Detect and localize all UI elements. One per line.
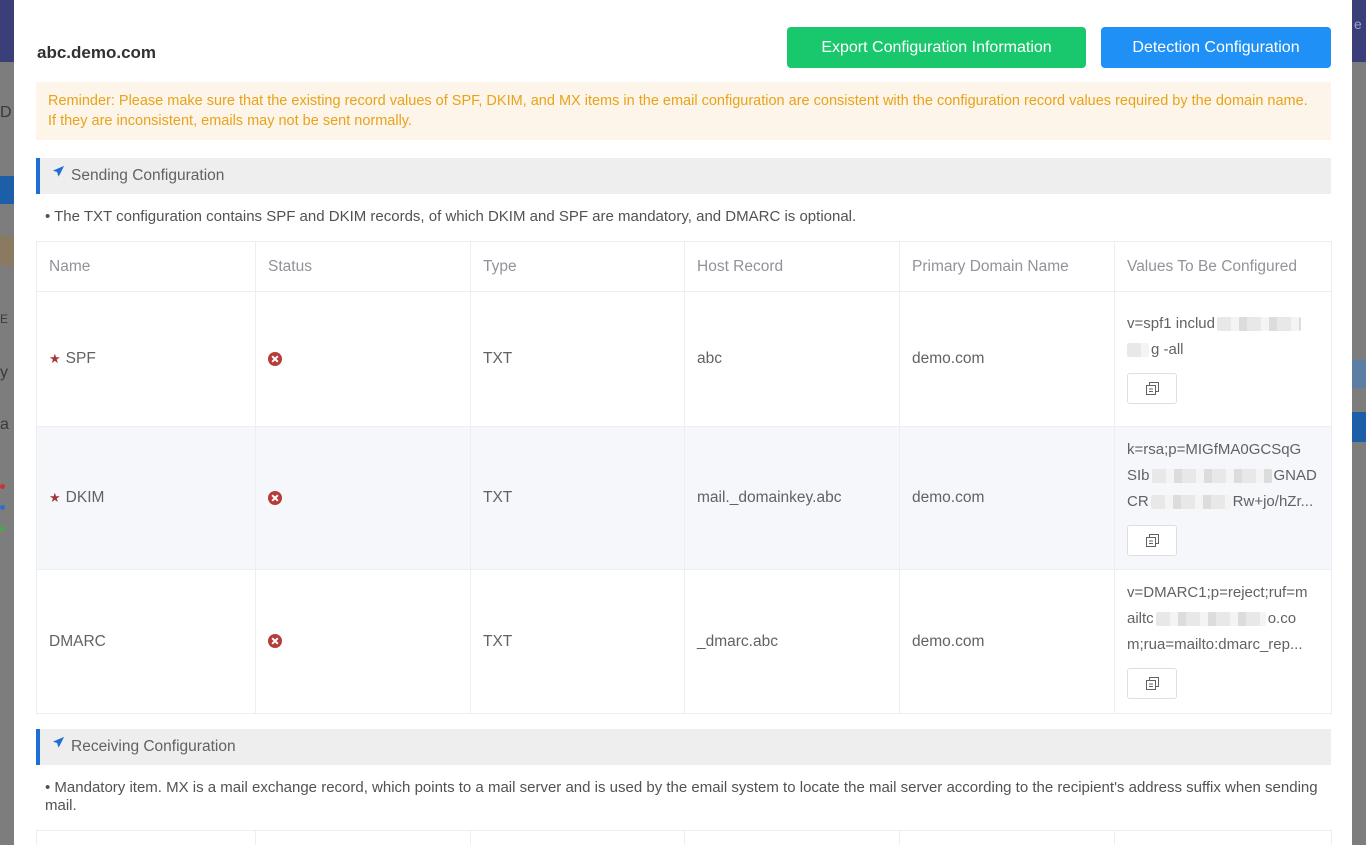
primary-domain: demo.com xyxy=(899,569,1115,714)
sending-section-header: Sending Configuration xyxy=(36,158,1331,194)
record-value: k=rsa;p=MIGfMA0GCSqG SIb GNAD CR Rw+jo/hZr… xyxy=(1127,440,1317,510)
redacted-value xyxy=(1127,342,1149,357)
background-button-fragment xyxy=(0,176,14,204)
status-cell xyxy=(255,291,471,427)
column-header-host-record: Host Record xyxy=(684,241,900,292)
column-header-primary-domain: Primary Domain Name xyxy=(899,241,1115,292)
record-type: TXT xyxy=(470,426,685,570)
table-row: ★ SPF TXT abc demo.com v=spf1 includ g -a… xyxy=(36,291,1332,427)
copy-value-button[interactable] xyxy=(1127,668,1177,699)
copy-icon xyxy=(1146,677,1159,693)
record-type: TXT xyxy=(470,569,685,714)
receiving-config-table xyxy=(36,830,1332,845)
paper-plane-icon xyxy=(52,156,65,192)
record-name-cell: ★ SPF xyxy=(36,291,256,427)
record-name: DMARC xyxy=(49,632,106,650)
domain-title: abc.demo.com xyxy=(37,43,157,62)
background-dot xyxy=(0,526,5,531)
copy-icon xyxy=(1146,533,1159,550)
background-text-fragment: e xyxy=(1354,16,1362,32)
sending-config-table: Name Status Type Host Record Primary Dom… xyxy=(36,241,1332,714)
copy-value-button[interactable] xyxy=(1127,372,1177,404)
redacted-value xyxy=(1151,468,1272,483)
background-button-fragment xyxy=(1352,412,1366,442)
table-header-row: Name Status Type Host Record Primary Dom… xyxy=(36,241,1332,292)
copy-icon xyxy=(1146,381,1159,398)
background-page-right: e xyxy=(1352,0,1366,845)
primary-domain: demo.com xyxy=(899,426,1115,570)
background-button-fragment xyxy=(1352,360,1366,388)
host-record: abc xyxy=(684,291,900,427)
background-header-strip xyxy=(0,0,14,62)
required-star-icon: ★ xyxy=(49,490,61,505)
column-header-type: Type xyxy=(470,241,685,292)
sending-note: • The TXT configuration contains SPF and… xyxy=(45,208,857,225)
status-error-icon xyxy=(268,634,282,649)
value-cell: k=rsa;p=MIGfMA0GCSqG SIb GNAD CR Rw+jo/hZr… xyxy=(1114,426,1332,570)
table-row: DMARC TXT _dmarc.abc demo.com v=DMARC1;p… xyxy=(36,569,1332,714)
paper-plane-icon xyxy=(52,727,65,763)
receiving-note: • Mandatory item. MX is a mail exchange … xyxy=(45,779,1318,814)
table-header-row xyxy=(36,830,1332,845)
redacted-value xyxy=(1150,494,1231,509)
redacted-value xyxy=(1216,316,1301,331)
background-banner-fragment xyxy=(0,236,14,266)
receiving-section-title: Receiving Configuration xyxy=(71,738,236,755)
background-text-fragment: D xyxy=(0,104,12,121)
receiving-section-header: Receiving Configuration xyxy=(36,729,1331,765)
background-dot xyxy=(0,505,5,510)
host-record: mail._domainkey.abc xyxy=(684,426,900,570)
background-dot xyxy=(0,484,5,489)
record-name-cell: DMARC xyxy=(36,569,256,714)
record-name: DKIM xyxy=(65,489,105,506)
domain-config-dialog: abc.demo.com Export Configuration Inform… xyxy=(14,0,1352,845)
background-page-left: D E y a xyxy=(0,0,14,845)
host-record: _dmarc.abc xyxy=(684,569,900,714)
record-value: v=spf1 includ g -all xyxy=(1127,305,1319,363)
column-header-status: Status xyxy=(255,241,471,292)
record-name: SPF xyxy=(65,350,96,367)
background-text-fragment: a xyxy=(0,416,9,433)
primary-domain: demo.com xyxy=(899,291,1115,427)
background-text-fragment: y xyxy=(0,364,8,381)
copy-value-button[interactable] xyxy=(1127,524,1177,556)
record-name-cell: ★ DKIM xyxy=(36,426,256,570)
reminder-alert: Reminder: Please make sure that the exis… xyxy=(36,82,1331,140)
value-cell: v=spf1 includ g -all xyxy=(1114,291,1332,427)
dialog-header: abc.demo.com Export Configuration Inform… xyxy=(14,0,1352,80)
export-configuration-button[interactable]: Export Configuration Information xyxy=(787,27,1086,68)
value-cell: v=DMARC1;p=reject;ruf=m ailtc o.co m;rua=… xyxy=(1114,569,1332,714)
record-type: TXT xyxy=(470,291,685,427)
required-star-icon: ★ xyxy=(49,351,61,366)
status-error-icon xyxy=(268,490,282,505)
detection-configuration-button[interactable]: Detection Configuration xyxy=(1101,27,1331,68)
sending-section-title: Sending Configuration xyxy=(71,167,225,184)
table-row: ★ DKIM TXT mail._domainkey.abc demo.com k… xyxy=(36,426,1332,570)
column-header-values: Values To Be Configured xyxy=(1114,241,1332,292)
record-value: v=DMARC1;p=reject;ruf=m ailtc o.co m;rua=… xyxy=(1127,584,1308,653)
status-error-icon xyxy=(268,351,282,366)
column-header-name: Name xyxy=(36,241,256,292)
background-text-fragment: E xyxy=(0,312,9,326)
status-cell xyxy=(255,426,471,570)
redacted-value xyxy=(1155,612,1266,627)
status-cell xyxy=(255,569,471,714)
